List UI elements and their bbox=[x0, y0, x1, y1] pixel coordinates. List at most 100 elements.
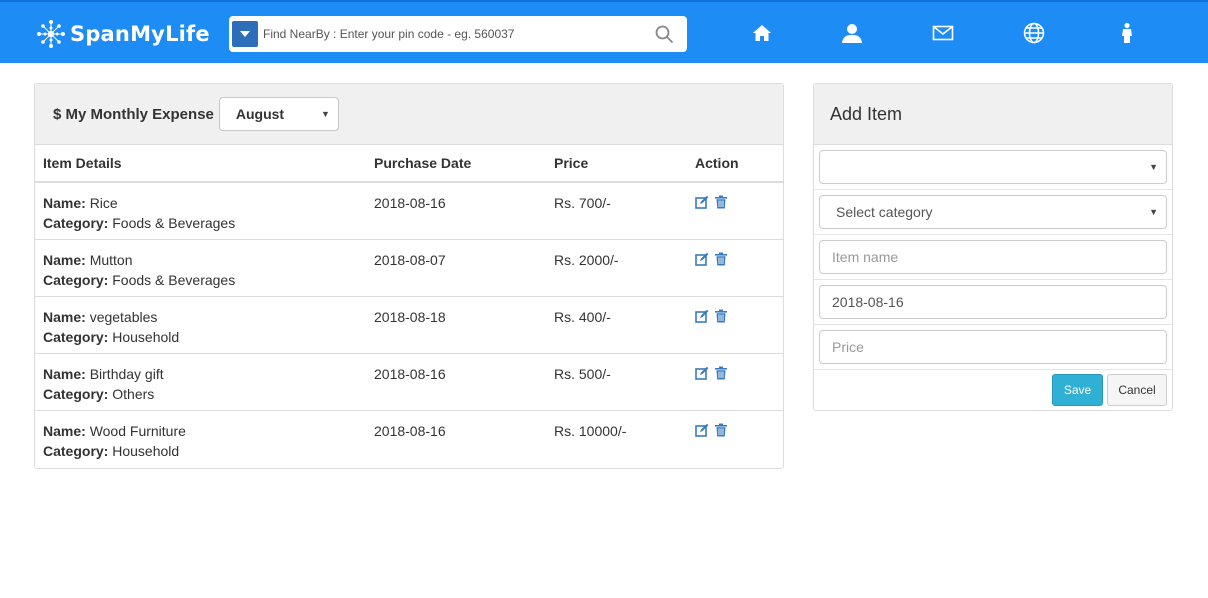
edit-icon[interactable] bbox=[695, 195, 709, 209]
col-price: Price bbox=[546, 145, 687, 183]
action-cell bbox=[687, 353, 783, 411]
nav-messages[interactable] bbox=[931, 22, 955, 44]
price-cell: Rs. 2000/- bbox=[546, 239, 687, 297]
mail-icon bbox=[932, 25, 954, 41]
item-category: Household bbox=[112, 328, 180, 345]
name-label: Name: bbox=[43, 365, 86, 382]
price-cell: Rs. 400/- bbox=[546, 296, 687, 354]
table-row: Name: Wood Furniture Category: Household 2… bbox=[35, 410, 783, 467]
table-row: Name: vegetables Category: Household 2018-… bbox=[35, 296, 783, 354]
date-field[interactable]: 2018-08-16 bbox=[819, 285, 1167, 319]
expense-title-text: My Monthly Expense bbox=[65, 105, 214, 123]
trash-icon[interactable] bbox=[714, 195, 728, 209]
price-cell: Rs. 700/- bbox=[546, 182, 687, 240]
item-name: Birthday gift bbox=[89, 365, 164, 382]
add-item-title: Add Item bbox=[814, 84, 1172, 145]
trash-icon[interactable] bbox=[714, 252, 728, 266]
monthly-expense-panel: $ My Monthly Expense August ▼ Item Detai… bbox=[34, 83, 784, 469]
name-label: Name: bbox=[43, 308, 86, 325]
col-purchase-date: Purchase Date bbox=[366, 145, 546, 183]
item-category: Others bbox=[112, 385, 155, 402]
network-logo-icon bbox=[37, 20, 65, 48]
item-details-cell: Name: Birthday gift Category: Others bbox=[35, 353, 366, 411]
save-button[interactable]: Save bbox=[1052, 374, 1103, 406]
trash-icon[interactable] bbox=[714, 309, 728, 323]
trash-icon[interactable] bbox=[714, 423, 728, 437]
purchase-date-cell: 2018-08-18 bbox=[366, 296, 546, 354]
item-details-cell: Name: Rice Category: Foods & Beverages bbox=[35, 182, 366, 240]
item-name-field[interactable]: Item name bbox=[819, 240, 1167, 274]
nav-profile[interactable] bbox=[840, 22, 864, 44]
item-details-cell: Name: vegetables Category: Household bbox=[35, 296, 366, 354]
item-name: Rice bbox=[89, 195, 118, 211]
category-label: Category: bbox=[43, 442, 109, 459]
home-icon bbox=[753, 25, 771, 41]
edit-icon[interactable] bbox=[695, 252, 709, 266]
date-field-value: 2018-08-16 bbox=[832, 294, 904, 310]
month-select[interactable]: August ▼ bbox=[218, 97, 339, 131]
edit-icon[interactable] bbox=[695, 423, 709, 437]
item-details-cell: Name: Wood Furniture Category: Household bbox=[35, 410, 366, 467]
search-bar bbox=[229, 16, 687, 52]
table-row: Name: Birthday gift Category: Others 2018-… bbox=[35, 353, 783, 411]
top-navbar: SpanMyLife bbox=[0, 0, 1208, 63]
item-details-cell: Name: Mutton Category: Foods & Beverages bbox=[35, 239, 366, 297]
purchase-date-cell: 2018-08-16 bbox=[366, 182, 546, 240]
caret-down-icon bbox=[240, 31, 250, 37]
type-select[interactable]: ▼ bbox=[819, 150, 1167, 184]
price-cell: Rs. 10000/- bbox=[554, 422, 627, 439]
name-label: Name: bbox=[43, 251, 86, 268]
person-icon bbox=[1122, 22, 1132, 43]
category-label: Category: bbox=[43, 328, 109, 345]
globe-icon bbox=[1023, 22, 1045, 44]
item-name-placeholder: Item name bbox=[832, 249, 899, 265]
name-label: Name: bbox=[43, 422, 86, 439]
category-select[interactable]: Select category ▼ bbox=[819, 195, 1167, 229]
expense-title: $ My Monthly Expense bbox=[53, 106, 214, 123]
chevron-down-icon: ▼ bbox=[1149, 207, 1158, 217]
category-label: Category: bbox=[43, 215, 109, 231]
chevron-down-icon: ▼ bbox=[1149, 162, 1158, 172]
edit-icon[interactable] bbox=[695, 366, 709, 380]
price-cell: Rs. 500/- bbox=[546, 353, 687, 411]
item-category: Household bbox=[112, 442, 180, 459]
search-input[interactable] bbox=[263, 19, 654, 49]
nav-account[interactable] bbox=[1115, 22, 1139, 44]
purchase-date-cell: 2018-08-16 bbox=[366, 353, 546, 411]
table-row: Name: Rice Category: Foods & Beverages 201… bbox=[35, 182, 783, 240]
purchase-date-cell: 2018-08-07 bbox=[366, 239, 546, 297]
table-row: Name: Mutton Category: Foods & Beverages 2… bbox=[35, 239, 783, 297]
item-category: Foods & Beverages bbox=[112, 271, 236, 288]
cancel-button[interactable]: Cancel bbox=[1107, 374, 1167, 406]
category-label: Category: bbox=[43, 385, 109, 402]
trash-icon[interactable] bbox=[714, 366, 728, 380]
item-name: vegetables bbox=[89, 308, 158, 325]
month-select-value: August bbox=[235, 106, 285, 122]
brand-logo[interactable]: SpanMyLife bbox=[34, 16, 210, 52]
item-category: Foods & Beverages bbox=[112, 215, 236, 231]
brand-name: SpanMyLife bbox=[70, 22, 210, 46]
col-item-details: Item Details bbox=[35, 145, 366, 183]
item-name: Wood Furniture bbox=[89, 422, 186, 439]
item-name: Mutton bbox=[89, 251, 133, 268]
price-placeholder: Price bbox=[832, 339, 864, 355]
category-label: Category: bbox=[43, 271, 109, 288]
category-select-value: Select category bbox=[836, 204, 933, 220]
action-cell bbox=[687, 239, 783, 297]
action-cell bbox=[687, 182, 783, 240]
nav-home[interactable] bbox=[750, 22, 774, 44]
expense-table: Item Details Purchase Date Price Action … bbox=[35, 145, 783, 467]
magnifier-icon[interactable] bbox=[654, 24, 674, 44]
expense-panel-header: $ My Monthly Expense August ▼ bbox=[35, 84, 783, 145]
add-item-panel: Add Item ▼ Select category ▼ Item name 2… bbox=[813, 83, 1173, 411]
user-icon bbox=[842, 24, 862, 43]
purchase-date-cell: 2018-08-16 bbox=[374, 422, 446, 439]
search-dropdown-button[interactable] bbox=[232, 21, 258, 47]
nav-world[interactable] bbox=[1022, 22, 1046, 44]
col-action: Action bbox=[687, 145, 783, 183]
price-field[interactable]: Price bbox=[819, 330, 1167, 364]
action-cell bbox=[687, 296, 783, 354]
name-label: Name: bbox=[43, 195, 86, 211]
dollar-icon: $ bbox=[53, 105, 62, 123]
edit-icon[interactable] bbox=[695, 309, 709, 323]
